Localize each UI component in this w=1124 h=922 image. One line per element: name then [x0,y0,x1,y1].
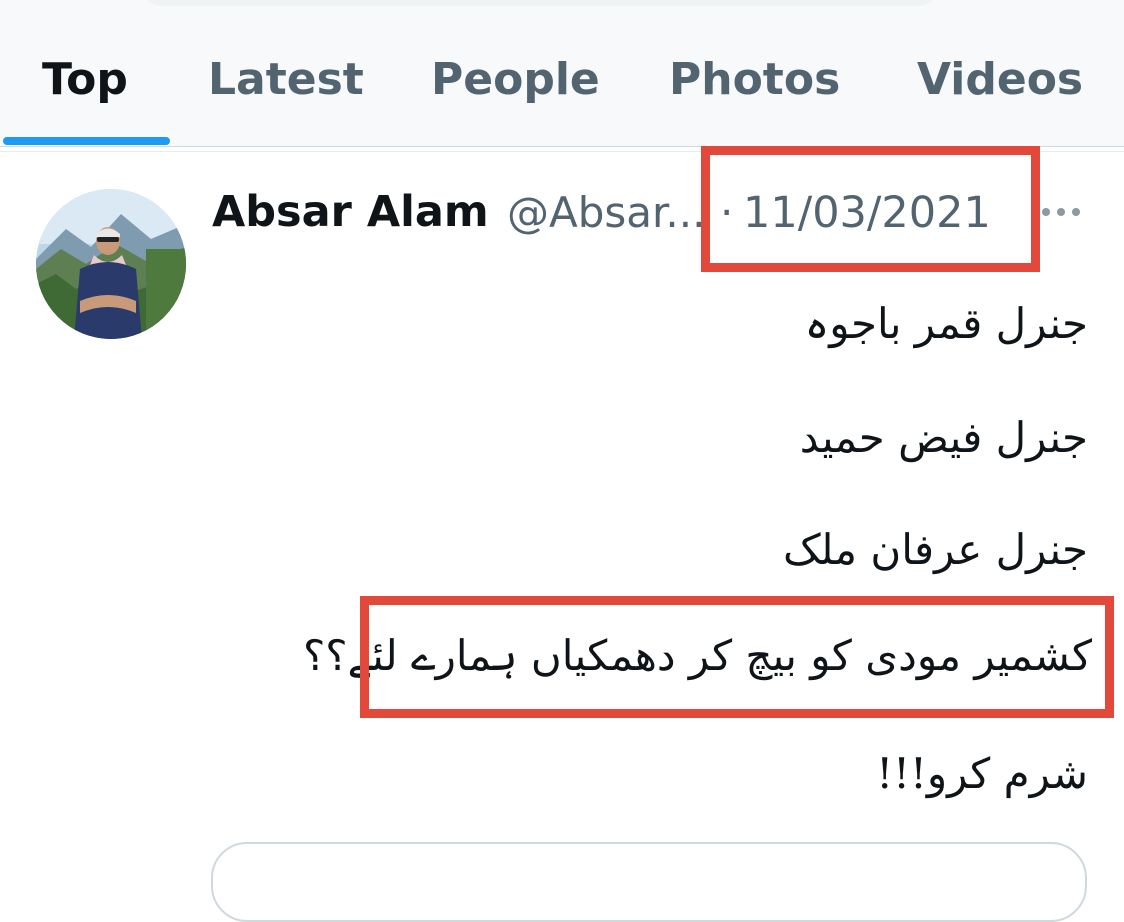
tweet-text-line: جنرل فیض حمید [799,413,1088,462]
tweet-text-line: جنرل قمر باجوہ [804,299,1088,348]
author-display-name[interactable]: Absar Alam [212,186,489,238]
tab-latest[interactable]: Latest [208,54,364,106]
author-handle[interactable]: @Absar... [507,187,705,239]
more-horizontal-icon[interactable] [1040,204,1082,220]
tweet-top-divider [0,151,1124,152]
profile-photo-icon [36,189,186,339]
search-tabs-bar: Top Latest People Photos Videos [0,0,1124,146]
media-card[interactable] [211,842,1087,922]
header-separator: · [720,188,734,237]
tweet-text-line: کشمیر مودی کو بیچ کر دھمکیاں ہمارے لئے؟؟ [302,631,1092,680]
tab-top[interactable]: Top [42,54,128,106]
tabs-divider [0,146,1124,147]
avatar[interactable] [36,189,186,339]
tweet-text-line: جنرل عرفان ملک [783,525,1088,574]
tab-photos[interactable]: Photos [669,54,840,106]
tab-people[interactable]: People [431,54,600,106]
tab-videos[interactable]: Videos [917,54,1083,106]
tweet-text-line: شرم کرو!!! [876,749,1088,798]
search-bar-remnant[interactable] [140,0,940,6]
tweet-timestamp[interactable]: 11/03/2021 [743,187,991,239]
active-tab-indicator [3,137,170,145]
